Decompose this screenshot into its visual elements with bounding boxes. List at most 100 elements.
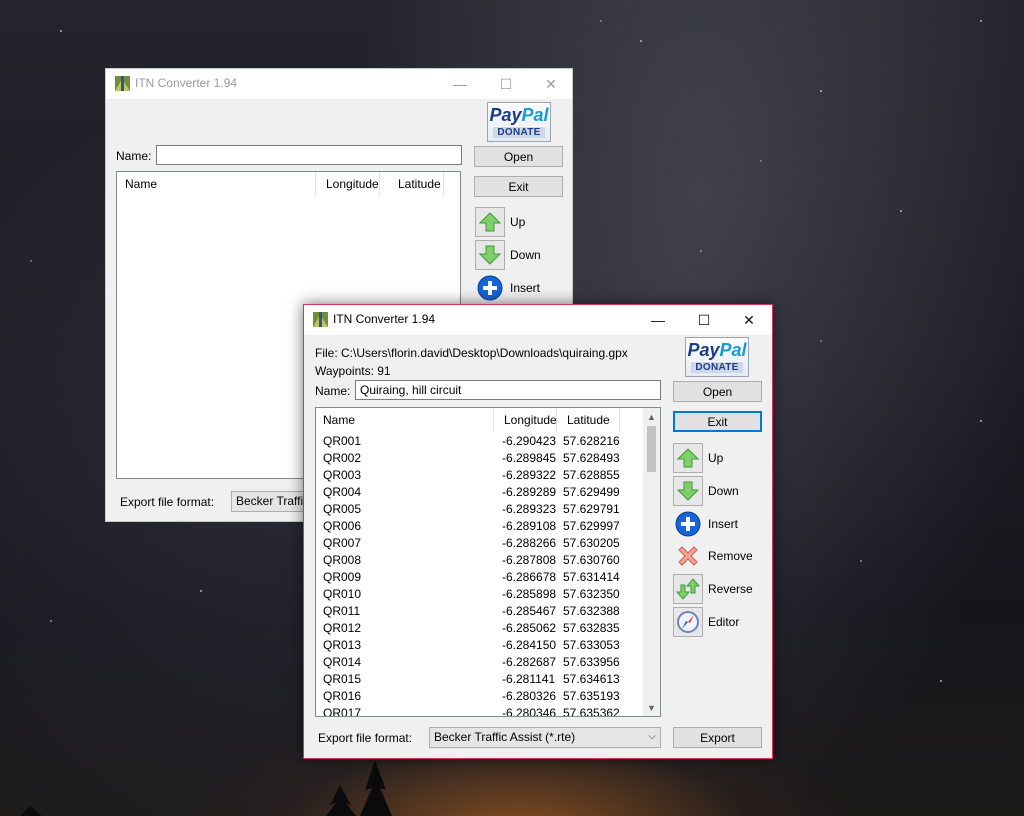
front-window[interactable]: ITN Converter 1.94 — ☐ ✕ File: C:\Users\… (303, 304, 773, 759)
remove-x-icon (673, 541, 703, 571)
list-scrollbar[interactable]: ▲ ▼ (643, 408, 660, 716)
front-titlebar[interactable]: ITN Converter 1.94 — ☐ ✕ (304, 305, 772, 335)
cell-name: QR006 (323, 519, 362, 533)
cell-latitude: 57.628493 (563, 451, 620, 465)
table-row[interactable]: QR017 -6.280346 57.635362 (316, 705, 643, 716)
table-row[interactable]: QR009 -6.286678 57.631414 (316, 569, 643, 586)
exit-button[interactable]: Exit (474, 176, 563, 197)
tool-label: Remove (708, 549, 753, 563)
scroll-down-icon[interactable]: ▼ (643, 699, 660, 716)
column-header-name[interactable]: Name (316, 408, 494, 432)
cell-latitude: 57.631414 (563, 570, 620, 584)
cell-name: QR002 (323, 451, 362, 465)
table-row[interactable]: QR010 -6.285898 57.632350 (316, 586, 643, 603)
tool-label: Reverse (708, 582, 753, 596)
cell-name: QR005 (323, 502, 362, 516)
cell-longitude: -6.289845 (502, 451, 557, 465)
cell-name: QR011 (323, 604, 361, 618)
table-row[interactable]: QR005 -6.289323 57.629791 (316, 501, 643, 518)
paypal-donate-button[interactable]: PayPal DONATE (487, 102, 551, 142)
scroll-thumb[interactable] (647, 426, 656, 472)
cell-name: QR008 (323, 553, 362, 567)
cell-name: QR003 (323, 468, 362, 482)
app-icon (313, 312, 328, 327)
table-row[interactable]: QR014 -6.282687 57.633956 (316, 654, 643, 671)
tool-label: Editor (708, 615, 740, 629)
arrow-down-icon (673, 476, 703, 506)
cell-name: QR014 (323, 655, 362, 669)
tool-label: Up (708, 451, 724, 465)
minimize-button[interactable]: — (635, 305, 681, 335)
plus-icon (475, 273, 505, 303)
open-button[interactable]: Open (474, 146, 563, 167)
cell-name: QR010 (323, 587, 362, 601)
maximize-button[interactable]: ☐ (681, 305, 727, 335)
table-row[interactable]: QR008 -6.287808 57.630760 (316, 552, 643, 569)
open-button[interactable]: Open (673, 381, 762, 402)
file-path-label: File: C:\Users\florin.david\Desktop\Down… (315, 346, 628, 360)
cell-longitude: -6.285898 (502, 587, 557, 601)
chevron-down-icon: ⌵ (648, 731, 656, 742)
cell-name: QR009 (323, 570, 362, 584)
column-header-latitude[interactable]: Latitude (380, 172, 444, 196)
cell-name: QR007 (323, 536, 362, 550)
minimize-icon: — (453, 76, 467, 92)
arrow-up-icon (475, 207, 505, 237)
export-format-select[interactable]: Becker Traffic (231, 491, 311, 512)
table-row[interactable]: QR015 -6.281141 57.634613 (316, 671, 643, 688)
name-input[interactable]: Quiraing, hill circuit (355, 380, 661, 400)
table-row[interactable]: QR013 -6.284150 57.633053 (316, 637, 643, 654)
cell-longitude: -6.289323 (502, 502, 557, 516)
paypal-donate-button[interactable]: PayPal DONATE (685, 337, 749, 377)
column-header-name[interactable]: Name (117, 172, 316, 196)
exit-button[interactable]: Exit (673, 411, 762, 432)
table-row[interactable]: QR003 -6.289322 57.628855 (316, 467, 643, 484)
cell-latitude: 57.635193 (563, 689, 620, 703)
export-format-label: Export file format: (120, 495, 215, 509)
waypoint-list[interactable]: Name Longitude Latitude QR001 -6.290423 57… (315, 407, 661, 717)
compass-icon (673, 607, 703, 637)
list-rows: QR001 -6.290423 57.628216 QR002 -6.289845 57… (316, 433, 643, 716)
cell-latitude: 57.632350 (563, 587, 620, 601)
cell-latitude: 57.632388 (563, 604, 620, 618)
reverse-arrows-icon (673, 574, 703, 604)
tool-label: Down (510, 248, 541, 262)
close-button[interactable]: ✕ (726, 305, 772, 335)
table-row[interactable]: QR006 -6.289108 57.629997 (316, 518, 643, 535)
name-input[interactable] (156, 145, 462, 165)
cell-longitude: -6.280326 (502, 689, 557, 703)
cell-longitude: -6.288266 (502, 536, 557, 550)
table-row[interactable]: QR011 -6.285467 57.632388 (316, 603, 643, 620)
back-titlebar[interactable]: ITN Converter 1.94 — ☐ ✕ (106, 69, 572, 99)
maximize-button[interactable]: ☐ (483, 69, 529, 99)
cell-longitude: -6.285062 (502, 621, 557, 635)
table-row[interactable]: QR007 -6.288266 57.630205 (316, 535, 643, 552)
table-row[interactable]: QR002 -6.289845 57.628493 (316, 450, 643, 467)
cell-name: QR013 (323, 638, 362, 652)
list-header: Name Longitude Latitude (316, 408, 645, 432)
cell-latitude: 57.630205 (563, 536, 620, 550)
cell-name: QR012 (323, 621, 362, 635)
cell-latitude: 57.629499 (563, 485, 620, 499)
minimize-button[interactable]: — (437, 69, 483, 99)
close-button[interactable]: ✕ (528, 69, 574, 99)
column-header-longitude[interactable]: Longitude (316, 172, 380, 196)
table-row[interactable]: QR004 -6.289289 57.629499 (316, 484, 643, 501)
cell-longitude: -6.286678 (502, 570, 557, 584)
cell-latitude: 57.634613 (563, 672, 620, 686)
column-header-latitude[interactable]: Latitude (557, 408, 620, 432)
cell-name: QR004 (323, 485, 362, 499)
export-button[interactable]: Export (673, 727, 762, 748)
export-format-select[interactable]: Becker Traffic Assist (*.rte) ⌵ (429, 727, 661, 748)
close-icon: ✕ (743, 311, 755, 328)
cell-latitude: 57.635362 (563, 706, 620, 716)
arrow-up-icon (673, 443, 703, 473)
column-header-longitude[interactable]: Longitude (494, 408, 557, 432)
table-row[interactable]: QR001 -6.290423 57.628216 (316, 433, 643, 450)
table-row[interactable]: QR012 -6.285062 57.632835 (316, 620, 643, 637)
scroll-up-icon[interactable]: ▲ (643, 408, 660, 425)
cell-latitude: 57.633053 (563, 638, 620, 652)
tool-label: Insert (510, 281, 541, 295)
table-row[interactable]: QR016 -6.280326 57.635193 (316, 688, 643, 705)
donate-label: DONATE (493, 126, 545, 138)
